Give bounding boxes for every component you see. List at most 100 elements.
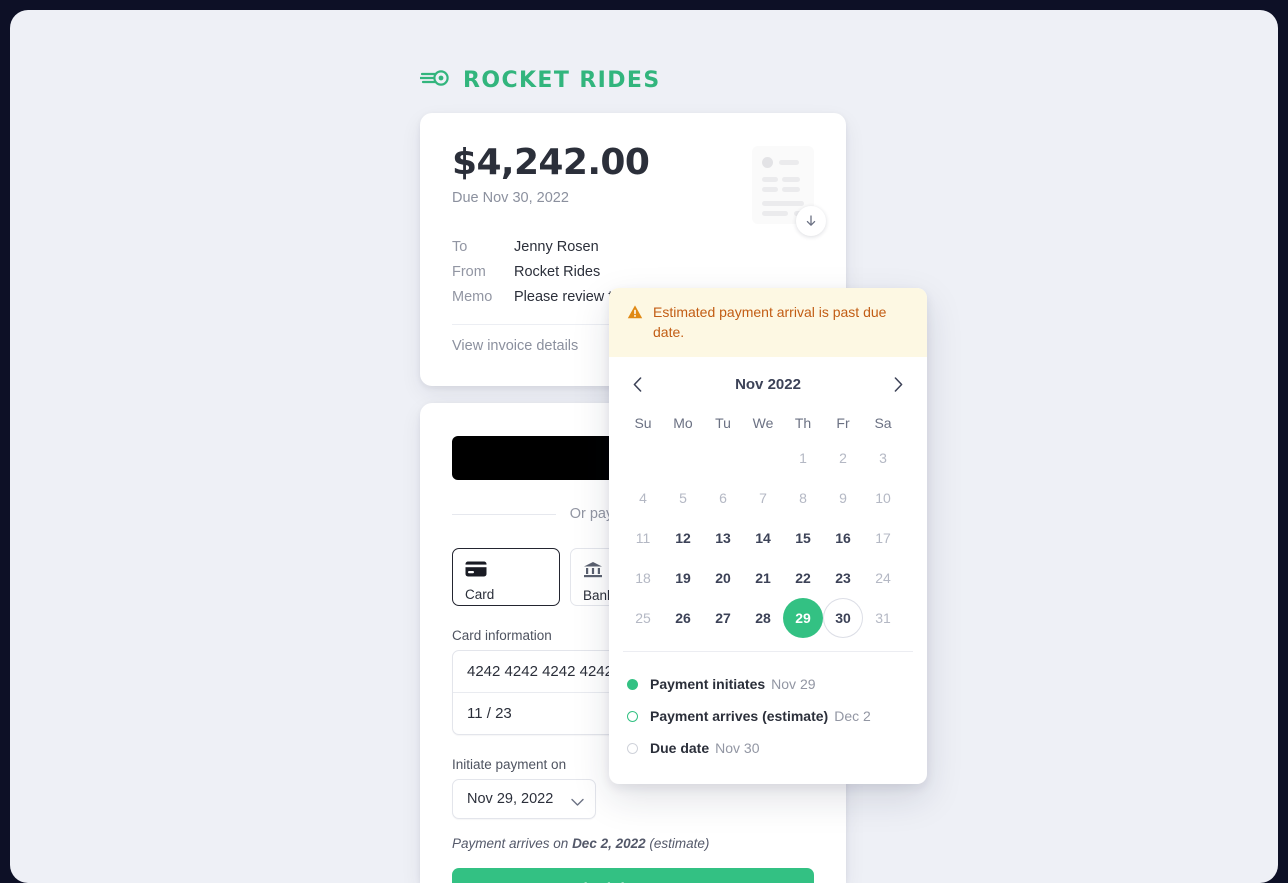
calendar-day[interactable]: 21: [743, 558, 783, 598]
calendar-day: 5: [679, 490, 687, 506]
calendar-legend-text: Payment arrives (estimate) Dec 2: [650, 708, 871, 724]
calendar-day: 31: [875, 610, 891, 626]
app-viewport: ROCKET RIDES $4,242.00 Due Nov 30, 2022 …: [10, 10, 1278, 883]
calendar-day[interactable]: 13: [703, 518, 743, 558]
calendar-day: 25: [635, 610, 651, 626]
calendar-day[interactable]: 16: [823, 518, 863, 558]
calendar-week-row: 25 26 27 28 29 30 31: [623, 598, 913, 638]
past-due-warning-text: Estimated payment arrival is past due da…: [653, 304, 887, 340]
brand-header: ROCKET RIDES: [418, 68, 661, 93]
rocket-speed-icon: [418, 69, 450, 92]
download-arrow-icon[interactable]: [796, 206, 826, 236]
calendar-legend-label: Due date: [650, 740, 710, 756]
calendar-weekday: Su: [634, 415, 652, 431]
calendar-prev-month-button[interactable]: [627, 373, 648, 396]
calendar-month-title: Nov 2022: [735, 376, 801, 393]
thumb-line: [762, 177, 778, 182]
legend-marker-icon: [627, 710, 638, 722]
invoice-document-icon: [752, 146, 826, 236]
thumb-line: [782, 187, 800, 192]
legend-marker-icon: [627, 678, 638, 690]
payment-method-card-label: Card: [465, 587, 495, 602]
calendar-day-empty: [703, 438, 743, 478]
calendar-next-month-button[interactable]: [888, 373, 909, 396]
calendar-weekday: We: [752, 415, 774, 431]
thumb-avatar-dot: [762, 157, 773, 168]
date-picker-popover: Estimated payment arrival is past due da…: [609, 288, 927, 784]
calendar-day: 24: [875, 570, 891, 586]
calendar-day: 10: [875, 490, 891, 506]
chevron-right-icon: [894, 377, 903, 395]
calendar-day[interactable]: 26: [663, 598, 703, 638]
calendar-day: 7: [759, 490, 767, 506]
calendar-weekday-row: Su Mo Tu We Th Fr Sa: [623, 408, 913, 438]
legend-marker-icon: [627, 742, 638, 754]
thumb-line: [762, 211, 788, 216]
calendar-legend: Payment initiates Nov 29 Payment arrives (…: [623, 651, 913, 784]
calendar-legend-text: Payment initiates Nov 29: [650, 676, 816, 692]
calendar-legend-date: Nov 29: [771, 676, 816, 692]
invoice-meta-key: From: [452, 264, 486, 281]
past-due-warning-banner: Estimated payment arrival is past due da…: [609, 288, 927, 357]
calendar-day: 9: [839, 490, 847, 506]
calendar-weekday: Fr: [836, 415, 850, 431]
initiate-date-select[interactable]: Nov 29, 2022: [452, 779, 596, 819]
calendar-day[interactable]: 15: [783, 518, 823, 558]
calendar-day: 2: [839, 450, 847, 466]
calendar-weekday: Th: [794, 415, 812, 431]
calendar-weekday: Tu: [715, 415, 731, 431]
calendar-weekday: Mo: [673, 415, 693, 431]
invoice-meta-row-to: To Jenny Rosen: [452, 235, 814, 260]
calendar-week-row: 1 2 3: [623, 438, 913, 478]
calendar-week-row: 11 12 13 14 15 16 17: [623, 518, 913, 558]
payment-method-card[interactable]: Card: [452, 548, 560, 606]
thumb-line: [782, 177, 800, 182]
calendar-legend-row: Due date Nov 30: [627, 732, 909, 764]
calendar-day: 11: [635, 530, 651, 546]
calendar-day: 3: [879, 450, 887, 466]
calendar-day: 17: [875, 530, 891, 546]
schedule-payment-button[interactable]: Schedule payment: [452, 868, 814, 883]
calendar-legend-label: Payment arrives (estimate): [650, 708, 829, 724]
thumb-line: [762, 201, 804, 206]
calendar-day[interactable]: 28: [743, 598, 783, 638]
calendar-day[interactable]: 14: [743, 518, 783, 558]
calendar-weekday: Sa: [874, 415, 892, 431]
invoice-meta-value: Jenny Rosen: [514, 239, 599, 256]
payment-arrival-note: Payment arrives on Dec 2, 2022 (estimate…: [452, 836, 814, 851]
bank-icon: [583, 561, 603, 581]
calendar-header: Nov 2022: [609, 357, 927, 396]
calendar-day[interactable]: 22: [783, 558, 823, 598]
calendar-week-row: 4 5 6 7 8 9 10: [623, 478, 913, 518]
calendar-day[interactable]: 23: [823, 558, 863, 598]
calendar-legend-row: Payment initiates Nov 29: [627, 668, 909, 700]
warning-triangle-icon: [627, 302, 643, 342]
arrival-note-suffix: (estimate): [645, 836, 710, 851]
calendar-day[interactable]: 19: [663, 558, 703, 598]
invoice-meta-row-from: From Rocket Rides: [452, 260, 814, 285]
calendar-day-empty: [743, 438, 783, 478]
calendar-week-row: 18 19 20 21 22 23 24: [623, 558, 913, 598]
calendar-day: 8: [799, 490, 807, 506]
calendar-legend-label: Payment initiates: [650, 676, 766, 692]
calendar-legend-text: Due date Nov 30: [650, 740, 759, 756]
calendar-legend-row: Payment arrives (estimate) Dec 2: [627, 700, 909, 732]
calendar-day[interactable]: 30: [823, 598, 863, 638]
chevron-left-icon: [633, 377, 642, 395]
invoice-meta-key: To: [452, 239, 468, 256]
invoice-meta-key: Memo: [452, 289, 493, 306]
calendar-day: 1: [799, 450, 807, 466]
calendar-day-empty: [623, 438, 663, 478]
calendar-day: 6: [719, 490, 727, 506]
calendar-day-empty: [663, 438, 703, 478]
brand-name: ROCKET RIDES: [463, 68, 661, 93]
calendar-legend-date: Dec 2: [834, 708, 871, 724]
arrival-note-date: Dec 2, 2022: [572, 836, 646, 851]
calendar-day[interactable]: 12: [663, 518, 703, 558]
thumb-line: [762, 187, 778, 192]
calendar-day[interactable]: 27: [703, 598, 743, 638]
calendar-weeks: 1 2 3 4 5 6 7 8 9 10 11 12 13 14 15 16 17 18 19 20 21 22 23 24 2…: [623, 438, 913, 638]
calendar-day[interactable]: 20: [703, 558, 743, 598]
initiate-date-select-wrap: Nov 29, 2022: [452, 779, 596, 819]
calendar-day[interactable]: 29: [783, 598, 823, 638]
